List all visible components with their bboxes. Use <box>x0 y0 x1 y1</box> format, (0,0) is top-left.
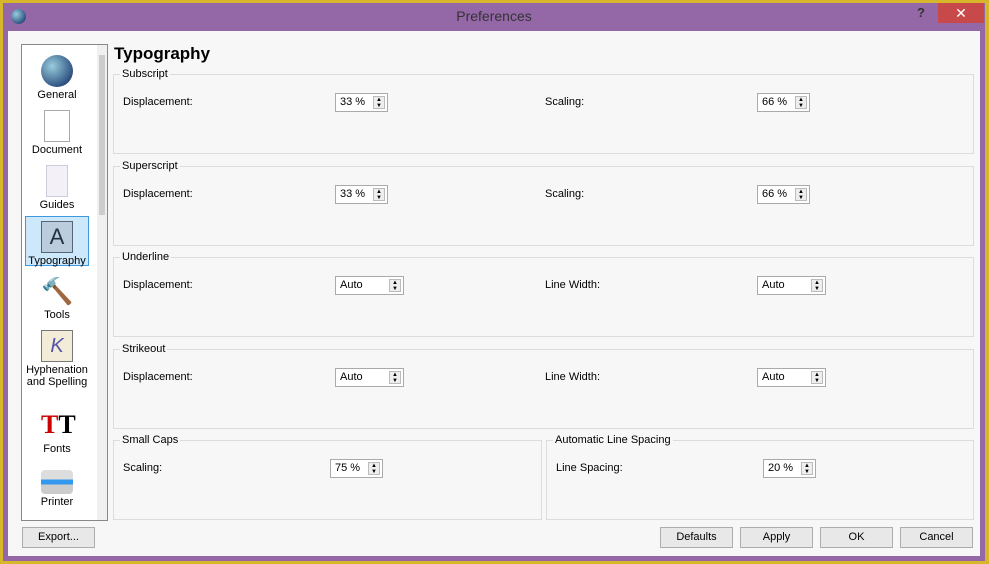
sidebar-item-label: Tools <box>44 309 70 321</box>
scaling-label: Scaling: <box>545 96 585 108</box>
apply-button[interactable]: Apply <box>740 527 813 548</box>
scaling-label: Scaling: <box>123 462 163 474</box>
subscript-group: Subscript Displacement: 33 % ▲ ▼ Scaling: … <box>113 68 974 154</box>
line-width-label: Line Width: <box>545 371 601 383</box>
sidebar-item-tools[interactable]: 🔨 Tools <box>25 271 89 321</box>
page-title: Typography <box>114 44 211 63</box>
scrollbar-thumb[interactable] <box>99 55 105 215</box>
pen-icon: K <box>41 330 73 362</box>
underline-width-spinbox[interactable]: Auto ▲ ▼ <box>757 276 826 295</box>
sidebar-item-label: Hyphenation and Spelling <box>26 364 88 388</box>
displacement-label: Displacement: <box>123 279 193 291</box>
export-button[interactable]: Export... <box>22 527 95 548</box>
sidebar-item-guides[interactable]: Guides <box>25 161 89 211</box>
sidebar-item-label: Document <box>31 144 83 156</box>
dialog-body: General Document Guides A Typography 🔨 Too… <box>8 31 980 556</box>
spin-arrows-icon[interactable]: ▲ ▼ <box>811 279 823 292</box>
group-label: Superscript <box>120 160 180 172</box>
sidebar-item-fonts[interactable]: TT Fonts <box>25 405 89 455</box>
spin-value: Auto <box>762 371 785 383</box>
sidebar-item-hyphenation[interactable]: K Hyphenation and Spelling <box>25 326 89 388</box>
strikeout-width-spinbox[interactable]: Auto ▲ ▼ <box>757 368 826 387</box>
underline-group: Underline Displacement: Auto ▲ ▼ Line Widt… <box>113 251 974 337</box>
spin-arrows-icon[interactable]: ▲ ▼ <box>373 188 385 201</box>
sidebar: General Document Guides A Typography 🔨 Too… <box>21 44 108 521</box>
superscript-scaling-spinbox[interactable]: 66 % ▲ ▼ <box>757 185 810 204</box>
close-button[interactable]: ✕ <box>938 3 984 23</box>
spin-value: Auto <box>340 371 363 383</box>
superscript-displacement-spinbox[interactable]: 33 % ▲ ▼ <box>335 185 388 204</box>
strikeout-displacement-spinbox[interactable]: Auto ▲ ▼ <box>335 368 404 387</box>
group-label: Subscript <box>120 68 170 80</box>
group-label: Small Caps <box>120 434 181 446</box>
subscript-displacement-spinbox[interactable]: 33 % ▲ ▼ <box>335 93 388 112</box>
spin-arrows-icon[interactable]: ▲ ▼ <box>368 462 380 475</box>
sidebar-item-printer[interactable]: Printer <box>25 460 89 508</box>
window-title: Preferences <box>456 8 532 24</box>
spin-value: 66 % <box>762 96 788 108</box>
sidebar-item-label: Guides <box>39 199 75 211</box>
guides-icon <box>46 165 68 197</box>
small-caps-group: Small Caps Scaling: 75 % ▲ ▼ <box>113 434 542 520</box>
displacement-label: Displacement: <box>123 371 193 383</box>
subscript-scaling-spinbox[interactable]: 66 % ▲ ▼ <box>757 93 810 112</box>
spin-arrows-icon[interactable]: ▲ ▼ <box>389 279 401 292</box>
hammer-icon: 🔨 <box>41 276 74 306</box>
displacement-label: Displacement: <box>123 96 193 108</box>
line-width-label: Line Width: <box>545 279 601 291</box>
group-label: Strikeout <box>120 343 168 355</box>
spin-value: Auto <box>340 279 363 291</box>
sidebar-scrollbar[interactable] <box>97 45 107 520</box>
scaling-label: Scaling: <box>545 188 585 200</box>
globe-icon <box>41 55 73 87</box>
spin-arrows-icon[interactable]: ▲ ▼ <box>801 462 813 475</box>
strikeout-group: Strikeout Displacement: Auto ▲ ▼ Line Widt… <box>113 343 974 429</box>
window: Preferences ? ✕ General Document Guides … <box>3 3 985 561</box>
superscript-group: Superscript Displacement: 33 % ▲ ▼ Scaling… <box>113 160 974 246</box>
typography-icon: A <box>41 221 73 253</box>
spin-value: 33 % <box>340 188 366 200</box>
group-label: Automatic Line Spacing <box>553 434 673 446</box>
spin-arrows-icon[interactable]: ▲ ▼ <box>811 371 823 384</box>
printer-icon <box>41 470 73 494</box>
underline-displacement-spinbox[interactable]: Auto ▲ ▼ <box>335 276 404 295</box>
spin-value: 75 % <box>335 462 361 474</box>
sidebar-item-label: General <box>37 89 77 101</box>
sidebar-item-general[interactable]: General <box>25 51 89 101</box>
cancel-button[interactable]: Cancel <box>900 527 973 548</box>
small-caps-scaling-spinbox[interactable]: 75 % ▲ ▼ <box>330 459 383 478</box>
spin-value: Auto <box>762 279 785 291</box>
spin-value: 33 % <box>340 96 366 108</box>
sidebar-item-typography[interactable]: A Typography <box>25 216 89 267</box>
sidebar-item-label: Fonts <box>43 443 71 455</box>
help-button[interactable]: ? <box>917 5 925 20</box>
spin-arrows-icon[interactable]: ▲ ▼ <box>389 371 401 384</box>
line-spacing-label: Line Spacing: <box>556 462 623 474</box>
sidebar-item-document[interactable]: Document <box>25 106 89 156</box>
sidebar-item-label: Printer <box>40 496 74 508</box>
ok-button[interactable]: OK <box>820 527 893 548</box>
spin-arrows-icon[interactable]: ▲ ▼ <box>795 96 807 109</box>
line-spacing-group: Automatic Line Spacing Line Spacing: 20 … <box>546 434 974 520</box>
group-label: Underline <box>120 251 172 263</box>
document-icon <box>44 110 70 142</box>
fonts-icon: TT <box>41 410 76 439</box>
displacement-label: Displacement: <box>123 188 193 200</box>
defaults-button[interactable]: Defaults <box>660 527 733 548</box>
line-spacing-spinbox[interactable]: 20 % ▲ ▼ <box>763 459 816 478</box>
spin-value: 20 % <box>768 462 794 474</box>
spin-value: 66 % <box>762 188 788 200</box>
spin-arrows-icon[interactable]: ▲ ▼ <box>373 96 385 109</box>
spin-arrows-icon[interactable]: ▲ ▼ <box>795 188 807 201</box>
sidebar-item-label: Typography <box>28 255 86 267</box>
